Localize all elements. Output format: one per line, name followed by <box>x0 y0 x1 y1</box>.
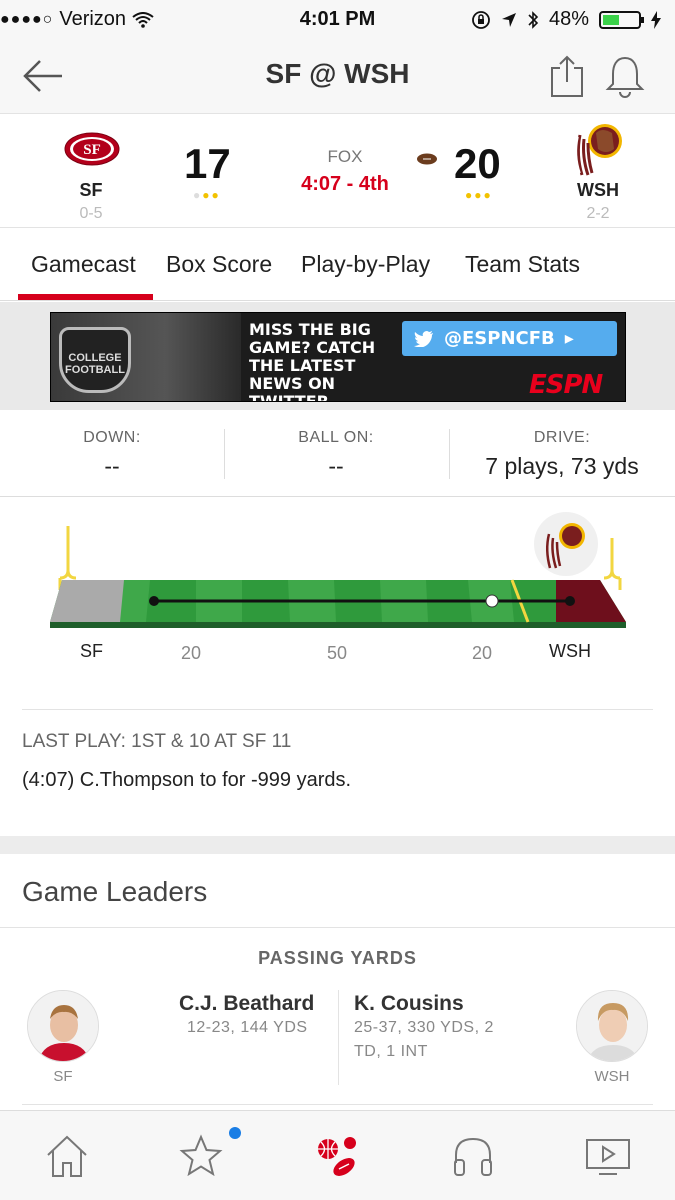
field-right-team: WSH <box>549 641 591 661</box>
field-diagram: SF 20 50 20 WSH <box>0 498 675 708</box>
home-leader-stat: 25-37, 330 YDS, 2 TD, 1 INT <box>354 1019 494 1060</box>
divider <box>338 990 339 1085</box>
active-tab-indicator <box>18 294 153 300</box>
battery-icon <box>599 10 644 29</box>
bottom-tab-bar <box>0 1110 675 1200</box>
svg-text:SF: SF <box>83 142 101 158</box>
away-team-abbr: SF <box>79 180 103 200</box>
ball-on-stat: BALL ON: -- <box>298 429 374 479</box>
game-situation: DOWN: -- BALL ON: -- DRIVE: 7 plays, 73 … <box>0 411 675 497</box>
leader-category: PASSING YARDS <box>258 948 417 968</box>
game-leaders-title: Game Leaders <box>22 876 208 907</box>
away-player-avatar[interactable] <box>27 990 99 1062</box>
possession-football-icon <box>417 153 437 165</box>
home-icon[interactable] <box>44 1133 90 1179</box>
away-leader-team: SF <box>53 1068 73 1085</box>
ad-banner-area: COLLEGE FOOTBALL MISS THE BIG GAME? CATC… <box>0 302 675 410</box>
last-play-text: (4:07) C.Thompson to for -999 yards. <box>22 769 352 791</box>
notification-dot <box>229 1127 241 1139</box>
nav-bar: SF @ WSH <box>0 38 675 114</box>
down-stat: DOWN: -- <box>83 429 141 479</box>
rotation-lock-icon <box>472 10 490 29</box>
section-separator <box>0 836 675 854</box>
home-leader-name[interactable]: K. Cousins <box>354 992 464 1016</box>
divider <box>22 709 653 710</box>
broadcast-network: FOX <box>327 147 363 166</box>
yard-label: 20 <box>181 643 202 663</box>
wsh-team-logo <box>575 124 622 176</box>
twitter-follow-button[interactable]: @ESPNCFB ▸ <box>402 321 617 356</box>
yard-label: 50 <box>327 643 348 663</box>
favorites-star-icon[interactable] <box>178 1133 224 1179</box>
home-score: 20 <box>454 140 501 187</box>
twitter-handle: @ESPNCFB <box>444 328 555 349</box>
away-leader-stat: 12-23, 144 YDS <box>187 1019 308 1036</box>
home-team-abbr: WSH <box>577 180 619 200</box>
divider <box>22 1104 653 1105</box>
home-leader-team: WSH <box>594 1068 630 1085</box>
divider <box>224 429 225 479</box>
bell-icon[interactable] <box>604 54 646 98</box>
play-triangle-icon: ▸ <box>564 328 574 349</box>
last-play-heading: LAST PLAY: 1ST & 10 AT SF 11 <box>22 731 292 752</box>
away-timeouts: ●●● <box>193 188 221 202</box>
gamecast-tabs: Gamecast Box Score Play-by-Play Team Sta… <box>0 229 675 301</box>
twitter-bird-icon <box>414 330 433 347</box>
tab-team-stats[interactable]: Team Stats <box>465 251 580 278</box>
home-timeouts: ●●● <box>465 188 493 202</box>
yard-label: 20 <box>472 643 493 663</box>
sf-49ers-logo: SF <box>64 132 120 166</box>
home-player-avatar[interactable] <box>576 990 648 1062</box>
ad-message: MISS THE BIG GAME? CATCH THE LATEST NEWS… <box>249 320 376 402</box>
away-leader-name[interactable]: C.J. Beathard <box>179 992 314 1016</box>
tab-gamecast[interactable]: Gamecast <box>31 251 136 278</box>
video-play-icon[interactable] <box>585 1133 631 1179</box>
college-football-logo: COLLEGE FOOTBALL <box>59 327 131 393</box>
field-left-team: SF <box>80 641 104 661</box>
home-team-record: 2-2 <box>586 205 610 222</box>
share-icon[interactable] <box>548 54 586 98</box>
tab-play-by-play[interactable]: Play-by-Play <box>301 251 430 278</box>
football-field <box>50 512 626 628</box>
espn-cfb-ad[interactable]: COLLEGE FOOTBALL MISS THE BIG GAME? CATC… <box>50 312 626 402</box>
tab-box-score[interactable]: Box Score <box>166 251 272 278</box>
battery-percent: 48% <box>548 8 589 30</box>
location-arrow-icon <box>501 12 516 27</box>
audio-headphones-icon[interactable] <box>450 1133 496 1179</box>
divider <box>449 429 450 479</box>
divider <box>0 927 675 928</box>
bluetooth-icon <box>528 10 539 29</box>
game-clock: 4:07 - 4th <box>301 173 389 195</box>
drive-stat: DRIVE: 7 plays, 73 yds <box>485 429 639 479</box>
status-bar: ●●●●○ Verizon 4:01 PM 48% <box>0 0 675 38</box>
away-score: 17 <box>184 140 231 187</box>
away-team-record: 0-5 <box>79 205 103 222</box>
scoreboard[interactable]: SF SF 0-5 17 ●●● FOX 4:07 - 4th 20 ●●● W… <box>0 115 675 228</box>
sports-scores-icon[interactable] <box>314 1133 360 1179</box>
charging-bolt-icon <box>651 10 661 29</box>
espn-logo: ESPN <box>529 370 603 400</box>
